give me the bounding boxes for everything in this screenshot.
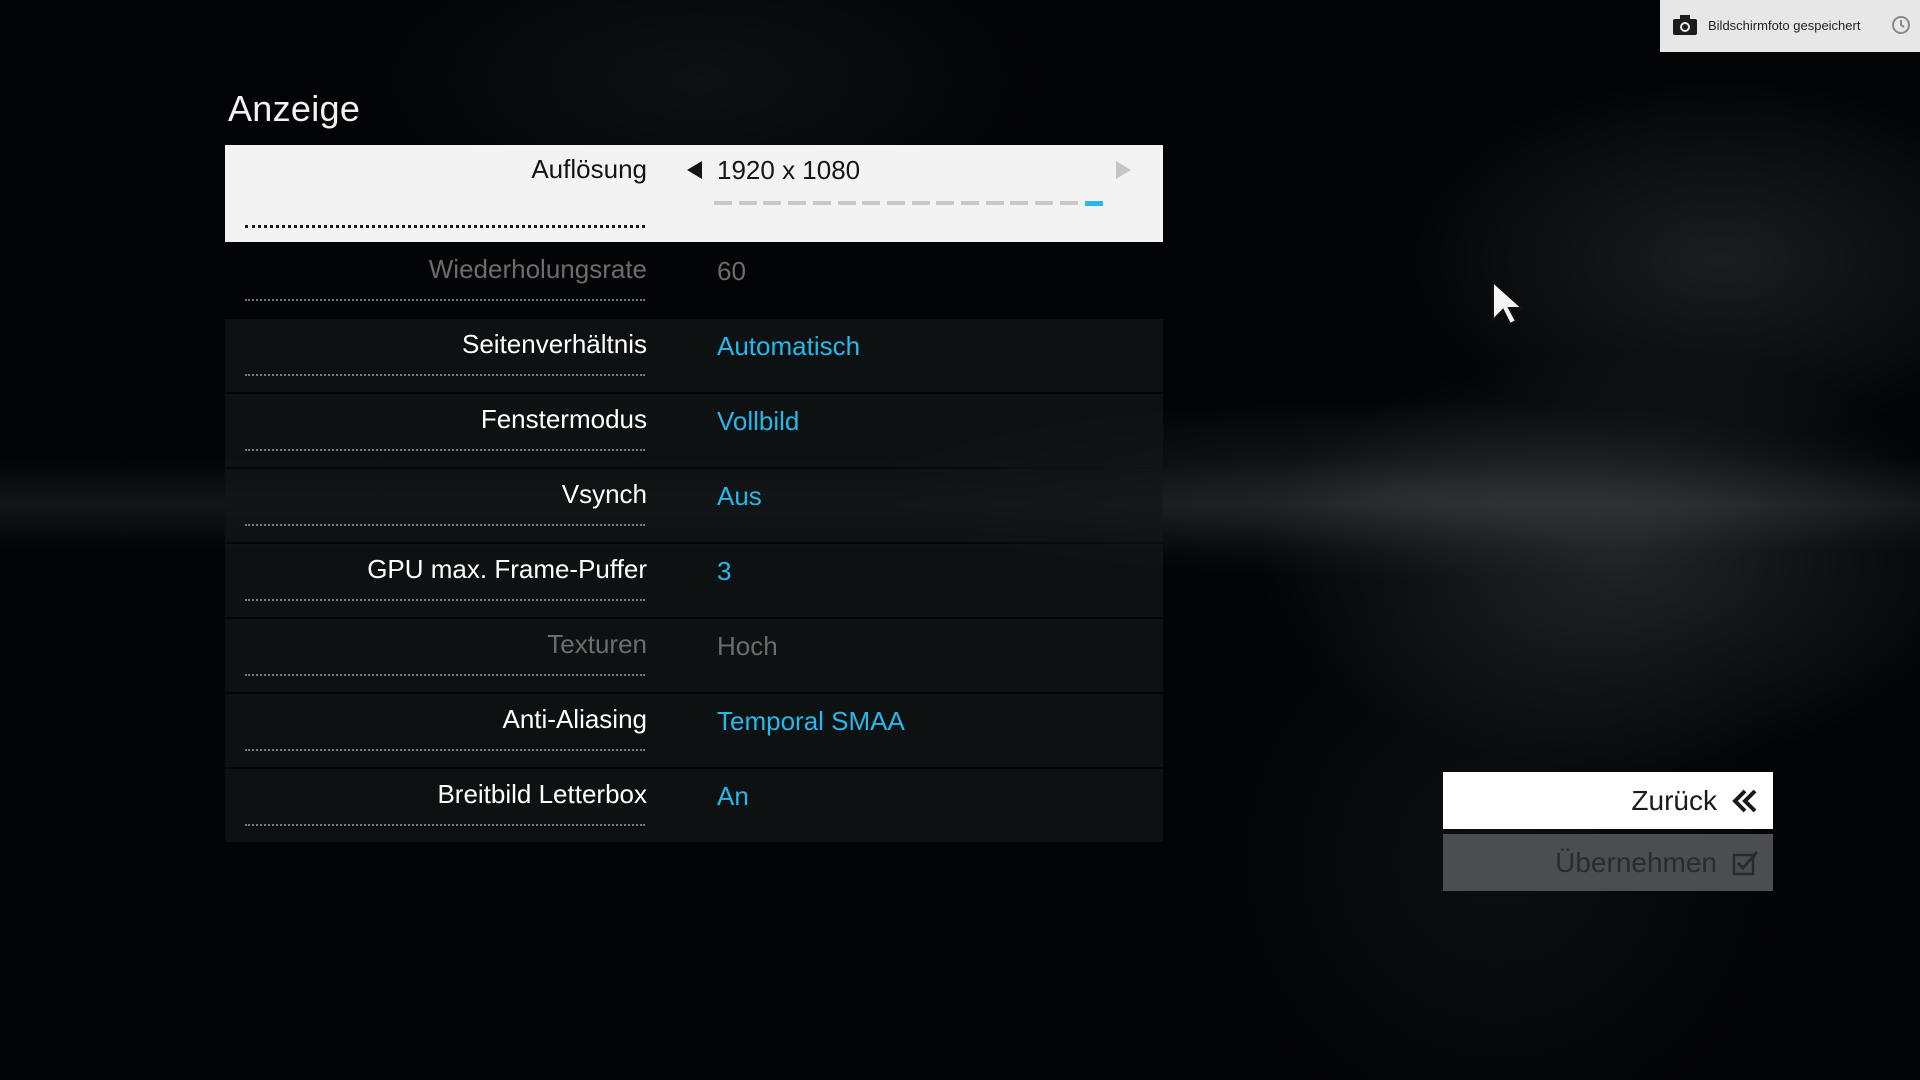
setting-value-textures: Hoch [717,631,778,661]
row-dotted-divider [245,299,645,301]
resolution-option[interactable] [838,201,856,205]
setting-value-window-mode: Vollbild [717,406,800,436]
row-dotted-divider [245,374,645,376]
mouse-cursor-icon [1492,280,1524,326]
back-button-label: Zurück [1631,785,1717,816]
setting-label-gpu-frame-buffer: GPU max. Frame-Puffer [367,554,647,584]
apply-button-label: Übernehmen [1555,847,1717,878]
resolution-option[interactable] [912,201,930,205]
setting-row-anti-aliasing[interactable]: Anti-Aliasing Temporal SMAA [225,694,1163,767]
setting-label-window-mode: Fenstermodus [480,404,647,434]
setting-row-window-mode[interactable]: Fenstermodus Vollbild [225,394,1163,467]
row-dotted-divider [245,749,645,751]
back-button[interactable]: Zurück [1443,772,1773,829]
resolution-option[interactable] [739,201,757,205]
row-dotted-divider [245,599,645,601]
setting-row-vsync[interactable]: Vsynch Aus [225,469,1163,542]
row-dotted-divider [245,524,645,526]
apply-button[interactable]: Übernehmen [1443,834,1773,891]
checkbox-check-icon [1732,851,1759,876]
setting-row-letterbox[interactable]: Breitbild Letterbox An [225,769,1163,842]
resolution-option[interactable] [714,201,732,205]
resolution-option[interactable] [763,201,781,205]
setting-row-textures: Texturen Hoch [225,619,1163,692]
settings-list: Auflösung 1920 x 1080 Wiederholungsrate … [225,145,1163,844]
resolution-option[interactable] [1060,201,1078,205]
setting-value-gpu-frame-buffer: 3 [717,556,732,586]
resolution-option-track [714,201,1134,207]
setting-label-vsync: Vsynch [561,479,647,509]
setting-value-letterbox: An [717,781,749,811]
resolution-option[interactable] [1010,201,1028,205]
setting-label-refresh-rate: Wiederholungsrate [428,254,647,284]
row-dotted-divider [245,449,645,451]
setting-row-aspect-ratio[interactable]: Seitenverhältnis Automatisch [225,319,1163,392]
setting-value-refresh-rate: 60 [717,256,746,286]
setting-value-vsync: Aus [717,481,762,511]
setting-label-anti-aliasing: Anti-Aliasing [502,704,647,734]
setting-value-resolution: 1920 x 1080 [717,155,861,185]
setting-label-letterbox: Breitbild Letterbox [437,779,647,809]
setting-value-anti-aliasing: Temporal SMAA [717,706,905,736]
resolution-option[interactable] [887,201,905,205]
double-chevron-left-icon [1732,789,1757,813]
setting-label-resolution: Auflösung [531,154,647,184]
resolution-option[interactable] [1035,201,1053,205]
setting-value-aspect-ratio: Automatisch [717,331,861,361]
resolution-option[interactable] [862,201,880,205]
screenshot-notification: Bildschirmfoto gespeichert [1660,0,1920,52]
clock-icon [1892,16,1910,34]
setting-row-resolution[interactable]: Auflösung 1920 x 1080 [225,145,1163,242]
game-settings-screen: Anzeige Auflösung 1920 x 1080 Wiederholu… [0,0,1920,1080]
resolution-option[interactable] [788,201,806,205]
resolution-option[interactable] [936,201,954,205]
row-dotted-divider [245,674,645,676]
setting-row-refresh-rate: Wiederholungsrate 60 [225,244,1163,317]
resolution-option[interactable] [813,201,831,205]
triangle-left-icon[interactable] [687,161,702,179]
camera-icon [1673,15,1697,35]
notification-text: Bildschirmfoto gespeichert [1708,18,1861,33]
setting-label-textures: Texturen [547,629,647,659]
page-title: Anzeige [228,88,361,129]
setting-label-aspect-ratio: Seitenverhältnis [462,329,647,359]
resolution-option[interactable] [986,201,1004,205]
setting-row-gpu-frame-buffer[interactable]: GPU max. Frame-Puffer 3 [225,544,1163,617]
resolution-option-active[interactable] [1085,201,1103,206]
triangle-right-icon[interactable] [1116,161,1131,179]
row-dotted-divider [245,824,645,826]
resolution-option[interactable] [961,201,979,205]
row-dotted-divider [245,225,645,228]
